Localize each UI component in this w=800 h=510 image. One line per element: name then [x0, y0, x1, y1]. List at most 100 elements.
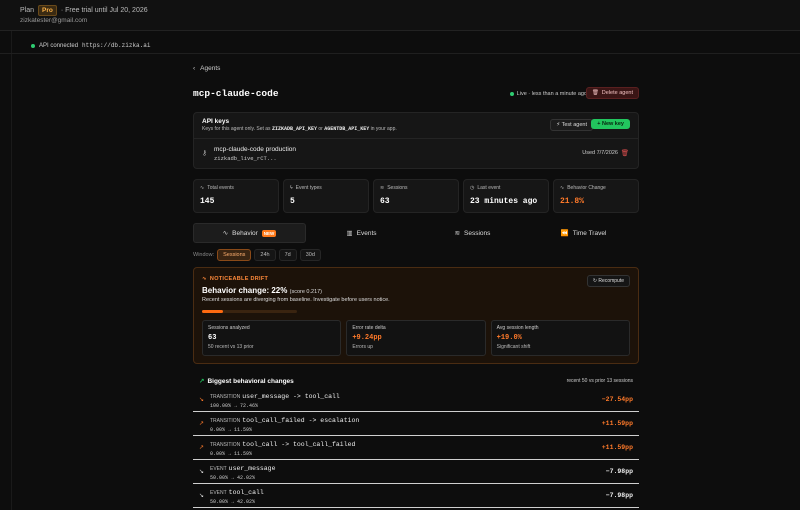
back-link[interactable]: ‹ Agents [193, 62, 639, 74]
list-item[interactable]: ↘ TRANSITION user_message -> tool_call 10… [193, 388, 639, 412]
stat-sessions: ≋ Sessions 63 [373, 179, 459, 213]
trash-icon: 🗑 [591, 90, 599, 96]
agent-detail: ‹ Agents mcp-claude-code Live · less tha… [193, 62, 639, 508]
list-item[interactable]: ↗ TRANSITION tool_call -> tool_call_faile… [193, 436, 639, 460]
api-keys-title: API keys [202, 118, 230, 125]
api-status-bar: API connected https://db.zizka.ai [0, 38, 800, 54]
test-agent-button[interactable]: ⚡ Test agent [550, 119, 593, 131]
env-var-2: AGENTDB_API_KEY [324, 126, 370, 132]
change-range: 0.00% → 11.59% [210, 427, 253, 433]
change-kind: TRANSITION [210, 442, 241, 448]
plan-badge: Pro [38, 5, 57, 16]
change-name: tool_call -> tool_call_failed [242, 441, 356, 448]
tab-events[interactable]: ▥ Events [306, 223, 417, 243]
recompute-label: Recompute [598, 278, 624, 284]
live-text: Live · less than a minute ago [516, 91, 587, 97]
stat-event-types: ϟ Event types 5 [283, 179, 369, 213]
change-kind: EVENT [210, 466, 227, 472]
chevron-left-icon: ‹ [193, 64, 196, 72]
drift-headline: Behavior change: 22% (score 0.217) [202, 286, 322, 295]
metric-sub: Significant shift [496, 344, 531, 350]
list-item[interactable]: ↗ TRANSITION tool_call_failed -> escalati… [193, 412, 639, 436]
delete-agent-button[interactable]: 🗑 Delete agent [585, 87, 639, 99]
desc-prefix: Keys for this agent only. Set as [202, 126, 271, 132]
connected-dot-icon [31, 43, 35, 48]
list-item[interactable]: ↘ EVENT tool_call 50.00% → 42.02% −7.98pp [193, 484, 639, 508]
change-delta: −7.98pp [605, 492, 633, 499]
change-delta: −7.98pp [605, 468, 633, 475]
tab-time-travel[interactable]: ⏪ Time Travel [528, 223, 639, 243]
bolt-icon: ϟ [290, 185, 293, 191]
api-status: API connected https://db.zizka.ai [31, 42, 150, 49]
plan-label: Plan [20, 7, 35, 14]
list-item[interactable]: ↘ EVENT user_message 50.00% → 42.02% −7.9… [193, 460, 639, 484]
pulse-icon: ∿ [222, 230, 229, 237]
live-status: Live · less than a minute ago [509, 91, 587, 97]
sparkle-icon: ⚡ [556, 122, 561, 128]
metric-label: Error rate delta [352, 325, 386, 331]
stat-label: Last event [477, 185, 501, 191]
change-range: 100.00% → 72.46% [210, 403, 259, 409]
tab-bar: ∿ Behavior NEW ▥ Events ≋ Sessions ⏪ Tim… [193, 223, 639, 243]
drift-description: Recent sessions are diverging from basel… [202, 297, 390, 303]
metric-session-length: Avg session length +19.0% Significant sh… [490, 320, 630, 356]
key-value: zizkadb_live_rCT... [214, 155, 277, 162]
change-range: 50.00% → 42.02% [210, 499, 256, 505]
stats-row: ∿ Total events 145 ϟ Event types 5 ≋ Sessio… [193, 179, 639, 213]
stat-value: 21.8% [560, 197, 585, 206]
window-option-sessions[interactable]: Sessions [217, 249, 252, 261]
stat-label: Total events [207, 185, 234, 191]
desc-or: or [318, 126, 323, 132]
change-name: tool_call [228, 489, 264, 496]
tab-behavior[interactable]: ∿ Behavior NEW [193, 223, 306, 243]
plan-info: Plan Pro · Free trial until Jul 20, 2026 [20, 5, 148, 16]
tab-label: Time Travel [572, 229, 607, 237]
window-selector: Window: Sessions 24h 7d 30d [193, 249, 639, 261]
window-option-24h[interactable]: 24h [254, 249, 276, 261]
metric-sub: 50 recent vs 13 prior [208, 344, 254, 350]
stat-value: 5 [290, 197, 295, 206]
changes-title-text: Biggest behavioral changes [207, 377, 294, 385]
change-range: 0.00% → 11.59% [210, 451, 253, 457]
change-kind: EVENT [210, 490, 227, 496]
change-title: EVENT user_message [210, 465, 275, 472]
drift-tag: ∿ NOTICEABLE DRIFT [202, 276, 268, 282]
window-option-7d[interactable]: 7d [278, 249, 297, 261]
activity-icon: ∿ [200, 185, 205, 191]
metric-value: +19.0% [496, 334, 522, 342]
change-title: EVENT tool_call [210, 489, 264, 496]
drift-score: (score 0.217) [289, 289, 323, 295]
back-label: Agents [200, 64, 221, 72]
new-badge: NEW [261, 229, 277, 237]
recompute-button[interactable]: ↻ Recompute [586, 275, 630, 287]
stat-total-events: ∿ Total events 145 [193, 179, 279, 213]
bar-chart-icon: ▥ [346, 230, 353, 237]
sidebar-divider [11, 0, 12, 510]
layers-icon: ≋ [454, 230, 461, 237]
plan-bar: Plan Pro · Free trial until Jul 20, 2026… [0, 0, 800, 31]
delete-key-icon[interactable]: 🗑 [621, 149, 629, 157]
drift-progress-fill [202, 310, 223, 313]
change-delta: +11.59pp [601, 444, 633, 451]
change-kind: TRANSITION [210, 418, 241, 424]
trend-icon: ↗ [199, 378, 205, 385]
key-name: mcp-claude-code production [214, 146, 297, 153]
change-title: TRANSITION tool_call -> tool_call_failed [210, 441, 355, 448]
metric-sessions-analyzed: Sessions analyzed 63 50 recent vs 13 pri… [202, 320, 342, 356]
env-var-1: ZIZKADB_API_KEY [271, 126, 317, 132]
changes-title: ↗ Biggest behavioral changes [199, 377, 294, 386]
stat-label: Sessions [387, 185, 408, 191]
tab-sessions[interactable]: ≋ Sessions [417, 223, 528, 243]
metric-error-rate: Error rate delta +9.24pp Errors up [346, 320, 486, 356]
api-keys-description: Keys for this agent only. Set as ZIZKADB… [202, 126, 397, 132]
trend-up-icon: ↗ [199, 445, 205, 451]
drift-metrics: Sessions analyzed 63 50 recent vs 13 pri… [202, 320, 630, 356]
delete-label: Delete agent [601, 90, 633, 96]
drift-headline-text: Behavior change: 22% [202, 286, 288, 295]
window-option-30d[interactable]: 30d [299, 249, 321, 261]
drift-card: ∿ NOTICEABLE DRIFT Behavior change: 22% … [193, 267, 639, 364]
new-key-button[interactable]: + New key [591, 119, 630, 129]
pulse-icon: ∿ [560, 185, 565, 191]
changes-subtitle: recent 50 vs prior 13 sessions [566, 378, 633, 384]
trend-down-icon: ↘ [199, 469, 205, 475]
